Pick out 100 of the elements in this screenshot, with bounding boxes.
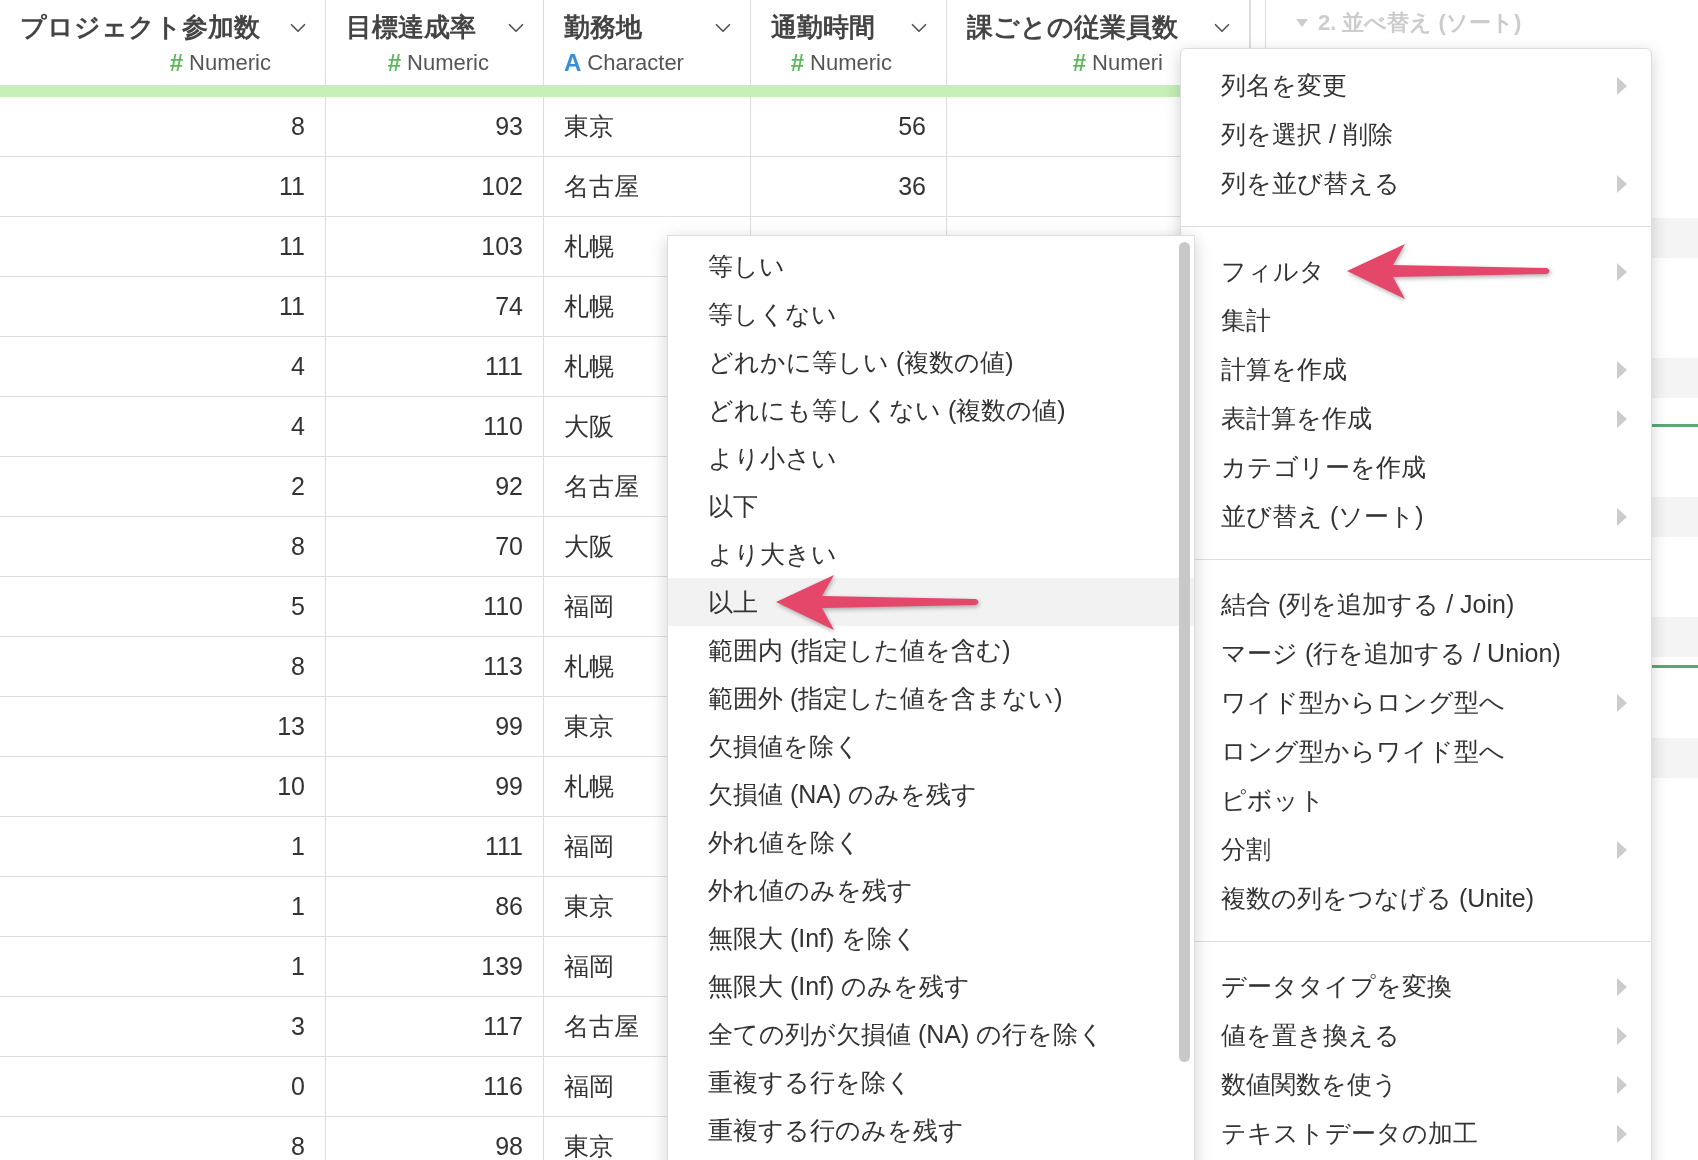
submenu-arrow-icon [1617, 1124, 1627, 1143]
table-cell: 1 [291, 952, 305, 981]
table-cell: 1 [291, 892, 305, 921]
menu-item[interactable]: 無限大 (Inf) のみを残す [668, 962, 1194, 1010]
menu-item[interactable]: 表計算を作成 [1197, 394, 1651, 443]
menu-item[interactable]: 以下 [668, 482, 1194, 530]
table-cell: 103 [481, 232, 523, 261]
table-cell-text: 名古屋 [564, 471, 639, 502]
menu-item[interactable]: 全ての列が欠損値 (NA) の行を除く [668, 1010, 1194, 1058]
table-cell-text: 東京 [564, 111, 614, 142]
table-cell: 2 [291, 472, 305, 501]
table-cell: 93 [495, 112, 523, 141]
menu-item[interactable]: 外れ値を除く [668, 818, 1194, 866]
table-cell-text: 東京 [564, 711, 614, 742]
table-cell: 4 [291, 412, 305, 441]
table-cell: 36 [898, 172, 926, 201]
menu-item[interactable]: ピボット [1197, 776, 1651, 825]
menu-item[interactable]: 結合 (列を追加する / Join) [1197, 580, 1651, 629]
menu-item[interactable]: 列を並び替える [1197, 159, 1651, 208]
table-cell: 3 [291, 1012, 305, 1041]
column-name: 課ごとの従業員数 [967, 11, 1178, 44]
menu-item[interactable]: 計算を作成 [1197, 345, 1651, 394]
menu-item[interactable]: 欠損値 (NA) のみを残す [668, 770, 1194, 818]
table-cell-text: 名古屋 [564, 1011, 639, 1042]
menu-item[interactable]: 集計 [1197, 296, 1651, 345]
table-cell-text: 福岡 [564, 951, 614, 982]
submenu-arrow-icon [1617, 1026, 1627, 1045]
table-cell: 13 [277, 712, 305, 741]
menu-item[interactable]: どれかに等しい (複数の値) [668, 338, 1194, 386]
table-cell: 117 [483, 1012, 523, 1041]
menu-item[interactable]: 重複する行のみを残す [668, 1106, 1194, 1154]
column-type: Numeric [189, 50, 271, 76]
table-cell: 70 [495, 532, 523, 561]
menu-item[interactable]: 等しい [668, 242, 1194, 290]
menu-item[interactable]: 範囲内 (指定した値を含む) [668, 626, 1194, 674]
table-cell-text: 福岡 [564, 591, 614, 622]
table-cell: 8 [291, 652, 305, 681]
column-name: 通勤時間 [771, 11, 875, 44]
table-cell: 11 [279, 172, 305, 201]
table-cell: 139 [481, 952, 523, 981]
menu-item[interactable]: ワイド型からロング型へ [1197, 678, 1651, 727]
menu-item[interactable]: 重複する行を除く [668, 1058, 1194, 1106]
table-cell: 5 [291, 592, 305, 621]
menu-item[interactable]: 外れ値のみを残す [668, 866, 1194, 914]
menu-item[interactable]: カテゴリーを作成 [1197, 443, 1651, 492]
scrollbar[interactable] [1179, 242, 1190, 1062]
table-cell-text: 東京 [564, 891, 614, 922]
table-cell: 8 [291, 112, 305, 141]
table-cell: 110 [483, 592, 523, 621]
menu-item[interactable]: テキストデータの加工 [1197, 1109, 1651, 1158]
column-type: Numeric [810, 50, 892, 76]
table-cell: 110 [483, 412, 523, 441]
table-cell-text: 福岡 [564, 831, 614, 862]
menu-item[interactable]: 無限大 (Inf) を除く [668, 914, 1194, 962]
menu-item[interactable]: より小さい [668, 434, 1194, 482]
type-symbol: # [169, 49, 184, 77]
menu-item[interactable]: より大きい [668, 530, 1194, 578]
table-cell: 8 [291, 1132, 305, 1160]
table-cell-text: 札幌 [564, 291, 614, 322]
menu-item[interactable]: フィルタ [1197, 247, 1651, 296]
table-cell-text: 名古屋 [564, 171, 639, 202]
menu-item[interactable]: マージ (行を追加する / Union) [1197, 629, 1651, 678]
table-cell-text: 東京 [564, 1131, 614, 1160]
table-cell: 111 [485, 352, 523, 381]
table-cell: 4 [291, 352, 305, 381]
table-cell-text: 福岡 [564, 1071, 614, 1102]
type-symbol: A [564, 49, 582, 77]
menu-item[interactable]: どれにも等しくない (複数の値) [668, 386, 1194, 434]
type-symbol: # [790, 49, 805, 77]
table-cell: 113 [483, 652, 523, 681]
menu-item[interactable]: 数値関数を使う [1197, 1060, 1651, 1109]
submenu-arrow-icon [1617, 1075, 1627, 1094]
submenu-arrow-icon [1617, 174, 1627, 193]
table-cell: 102 [481, 172, 523, 201]
table-cell-text: 札幌 [564, 771, 614, 802]
table-cell: 11 [279, 232, 305, 261]
submenu-arrow-icon [1617, 76, 1627, 95]
submenu-arrow-icon [1617, 840, 1627, 859]
table-cell-text: 大阪 [564, 531, 614, 562]
menu-item[interactable]: データタイプを変換 [1197, 962, 1651, 1011]
menu-item[interactable]: 複数の列をつなげる (Unite) [1197, 874, 1651, 923]
table-cell: 98 [495, 1132, 523, 1160]
menu-item[interactable]: 欠損値を除く [668, 722, 1194, 770]
column-name: 勤務地 [564, 11, 642, 44]
table-cell: 99 [495, 712, 523, 741]
menu-item[interactable]: ロング型からワイド型へ [1197, 727, 1651, 776]
menu-item[interactable]: 列を選択 / 削除 [1197, 110, 1651, 159]
table-cell: 56 [898, 112, 926, 141]
table-cell-text: 札幌 [564, 231, 614, 262]
menu-item[interactable]: 値を置き換える [1197, 1011, 1651, 1060]
submenu-arrow-icon [1617, 693, 1627, 712]
table-cell: 10 [277, 772, 305, 801]
table-cell: 1 [291, 832, 305, 861]
menu-item[interactable]: 分割 [1197, 825, 1651, 874]
menu-item[interactable]: 範囲外 (指定した値を含まない) [668, 674, 1194, 722]
menu-item[interactable]: 並び替え (ソート) [1197, 492, 1651, 541]
table-cell: 11 [279, 292, 305, 321]
type-symbol: # [1072, 49, 1087, 77]
menu-item[interactable]: 等しくない [668, 290, 1194, 338]
submenu-arrow-icon [1617, 409, 1627, 428]
